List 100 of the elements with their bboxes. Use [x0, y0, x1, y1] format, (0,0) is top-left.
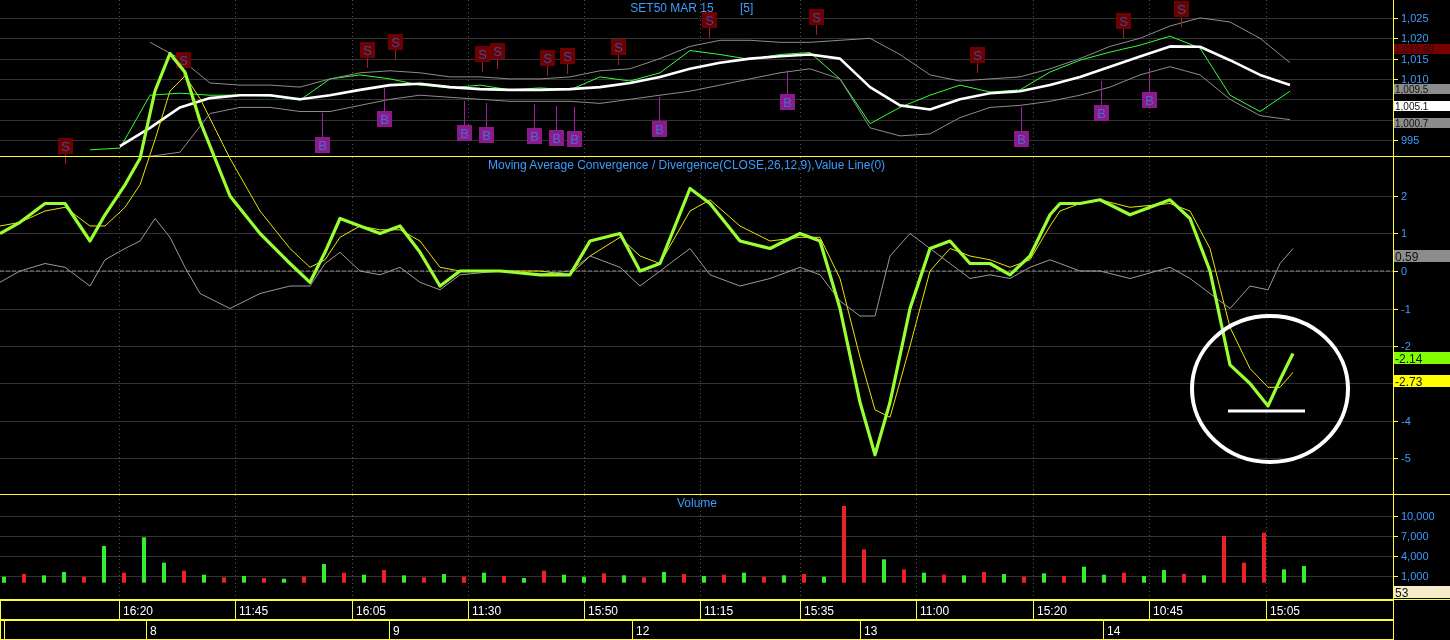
volume-bar: [302, 576, 306, 583]
volume-bar: [682, 574, 686, 583]
volume-bar: [942, 574, 946, 583]
volume-bar: [502, 576, 506, 583]
volume-bar: [162, 562, 166, 583]
time-label: 15:05: [1270, 604, 1301, 618]
volume-bar: [802, 574, 806, 583]
volume-bar: [1302, 566, 1306, 583]
time-label: 15:35: [804, 604, 835, 618]
time-label: 16:20: [123, 604, 154, 618]
volume-bar: [182, 570, 186, 583]
value-tag: 1,005.1: [1394, 100, 1450, 112]
volume-bar: [982, 572, 986, 583]
axis-label: 2: [1401, 190, 1408, 202]
axis-label: 995: [1401, 134, 1420, 146]
volume-bar: [862, 549, 866, 583]
volume-bar: [782, 575, 786, 583]
volume-bar: [882, 559, 886, 583]
volume-bar: [642, 577, 646, 583]
volume-bar: [362, 574, 366, 583]
axis-label: 0: [1401, 265, 1408, 277]
volume-bar: [242, 576, 246, 583]
volume-bar: [262, 578, 266, 583]
time-label: 10:45: [1153, 604, 1184, 618]
volume-bar: [1222, 536, 1226, 583]
interval-label: [5]: [740, 1, 754, 15]
volume-bar: [1022, 576, 1026, 583]
volume-bar: [1202, 575, 1206, 583]
volume-bar: [582, 576, 586, 583]
volume-bar: [762, 576, 766, 583]
volume-bar: [1122, 572, 1126, 583]
chart-title: Moving Average Convergence / Divergence(CLOSE,26,12,9),Value Line(0): [488, 158, 886, 172]
value-tag: -2.73: [1394, 374, 1450, 389]
volume-bar: [1282, 569, 1286, 583]
axis-label: 1,020: [1401, 32, 1429, 44]
time-label: 11:30: [472, 604, 502, 618]
volume-bar: [902, 569, 906, 583]
axis-label: -4: [1401, 415, 1411, 427]
volume-bar: [102, 546, 106, 583]
value-tag: 1,009.5: [1394, 83, 1450, 95]
value-tag: 1,000.7: [1394, 117, 1450, 129]
axis-label: 1: [1401, 227, 1408, 239]
volume-bar: [42, 575, 46, 583]
volume-bar: [482, 572, 486, 583]
axis-label: -5: [1401, 452, 1411, 464]
volume-bar: [1062, 576, 1066, 583]
volume-bar: [62, 572, 66, 583]
value-tag: -2.14: [1394, 351, 1450, 366]
value-tag: 1,019.60: [1394, 43, 1450, 55]
axis-label: 1,000: [1401, 570, 1429, 582]
date-label: 8: [150, 624, 157, 638]
volume-bar: [1262, 532, 1266, 583]
axis-label: 10,000: [1401, 510, 1435, 522]
date-label: 12: [636, 624, 650, 638]
volume-bar: [1042, 573, 1046, 583]
time-label: 15:50: [588, 604, 619, 618]
volume-bar: [702, 576, 706, 583]
volume-bar: [822, 576, 826, 583]
volume-bar: [2, 576, 6, 583]
volume-bar: [602, 573, 606, 583]
axis-label: 1,015: [1401, 53, 1429, 65]
volume-bar: [462, 576, 466, 583]
volume-bar: [202, 574, 206, 583]
volume-bar: [562, 574, 566, 583]
time-label: 11:00: [920, 604, 950, 618]
volume-bar: [1002, 574, 1006, 583]
volume-bar: [322, 564, 326, 583]
volume-bar: [1142, 576, 1146, 583]
value-tag: 53: [1394, 585, 1450, 600]
volume-bar: [1102, 574, 1106, 583]
axis-label: 4,000: [1401, 550, 1429, 562]
volume-bar: [442, 574, 446, 583]
axis-label: -1: [1401, 303, 1411, 315]
volume-bar: [282, 578, 286, 583]
date-label: 13: [864, 624, 878, 638]
volume-bar: [82, 576, 86, 583]
time-label: 15:20: [1037, 604, 1068, 618]
axis-label: 1,025: [1401, 12, 1429, 24]
chart-title: SET50 MAR 15: [630, 1, 714, 15]
volume-bar: [542, 570, 546, 583]
date-label: 14: [1107, 624, 1121, 638]
volume-bar: [382, 570, 386, 583]
chart-title: Volume: [677, 496, 717, 510]
volume-bar: [1242, 562, 1246, 583]
volume-bar: [622, 575, 626, 583]
volume-bar: [1162, 570, 1166, 583]
volume-bar: [342, 572, 346, 583]
date-label: 9: [393, 624, 400, 638]
volume-bar: [402, 575, 406, 583]
volume-bar: [142, 537, 146, 583]
volume-bar: [422, 577, 426, 583]
value-tag: 0.59: [1394, 249, 1450, 264]
axis-label: 1,010: [1401, 73, 1429, 85]
volume-bar: [962, 575, 966, 583]
volume-bar: [222, 577, 226, 583]
time-label: 11:45: [239, 604, 269, 618]
volume-bar: [1182, 574, 1186, 583]
volume-bar: [122, 572, 126, 583]
time-label: 16:05: [356, 604, 387, 618]
volume-bar: [722, 574, 726, 583]
